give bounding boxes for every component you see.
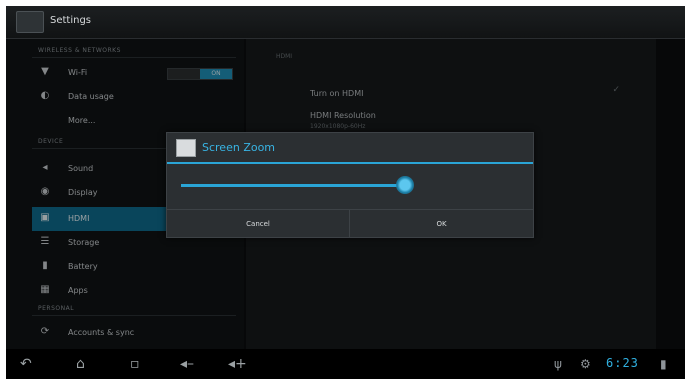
ok-button[interactable]: OK <box>350 210 533 238</box>
dialog-header: Screen Zoom <box>167 133 533 164</box>
volume-down-icon[interactable]: ◂– <box>180 355 194 373</box>
home-icon[interactable]: ⌂ <box>76 355 85 373</box>
zoom-icon <box>176 139 196 157</box>
app-title: Settings <box>50 15 92 26</box>
debug-icon: ⚙ <box>580 357 591 371</box>
dialog-button-bar: Cancel OK <box>167 209 533 238</box>
zoom-slider-track[interactable] <box>181 184 407 187</box>
zoom-slider-thumb[interactable] <box>395 176 414 194</box>
screen-zoom-dialog: Screen Zoom Cancel OK <box>166 132 534 238</box>
settings-app-icon[interactable] <box>16 11 44 33</box>
clock: 6:23 <box>606 356 639 370</box>
back-icon[interactable]: ↶ <box>20 355 32 373</box>
zoom-slider-fill <box>181 184 405 187</box>
android-screen: Settings WIRELESS & NETWORKS ▼ Wi-Fi ON … <box>6 6 685 379</box>
recent-apps-icon[interactable]: ▫ <box>130 355 140 373</box>
action-bar: Settings <box>6 6 685 39</box>
cancel-button[interactable]: Cancel <box>167 210 350 238</box>
battery-icon: ▮ <box>660 357 667 371</box>
dialog-title: Screen Zoom <box>202 141 276 154</box>
system-bar: ↶ ⌂ ▫ ◂– ◂+ ψ ⚙ 6:23 ▮ <box>6 349 685 379</box>
volume-up-icon[interactable]: ◂+ <box>228 355 247 373</box>
usb-icon: ψ <box>554 357 562 371</box>
